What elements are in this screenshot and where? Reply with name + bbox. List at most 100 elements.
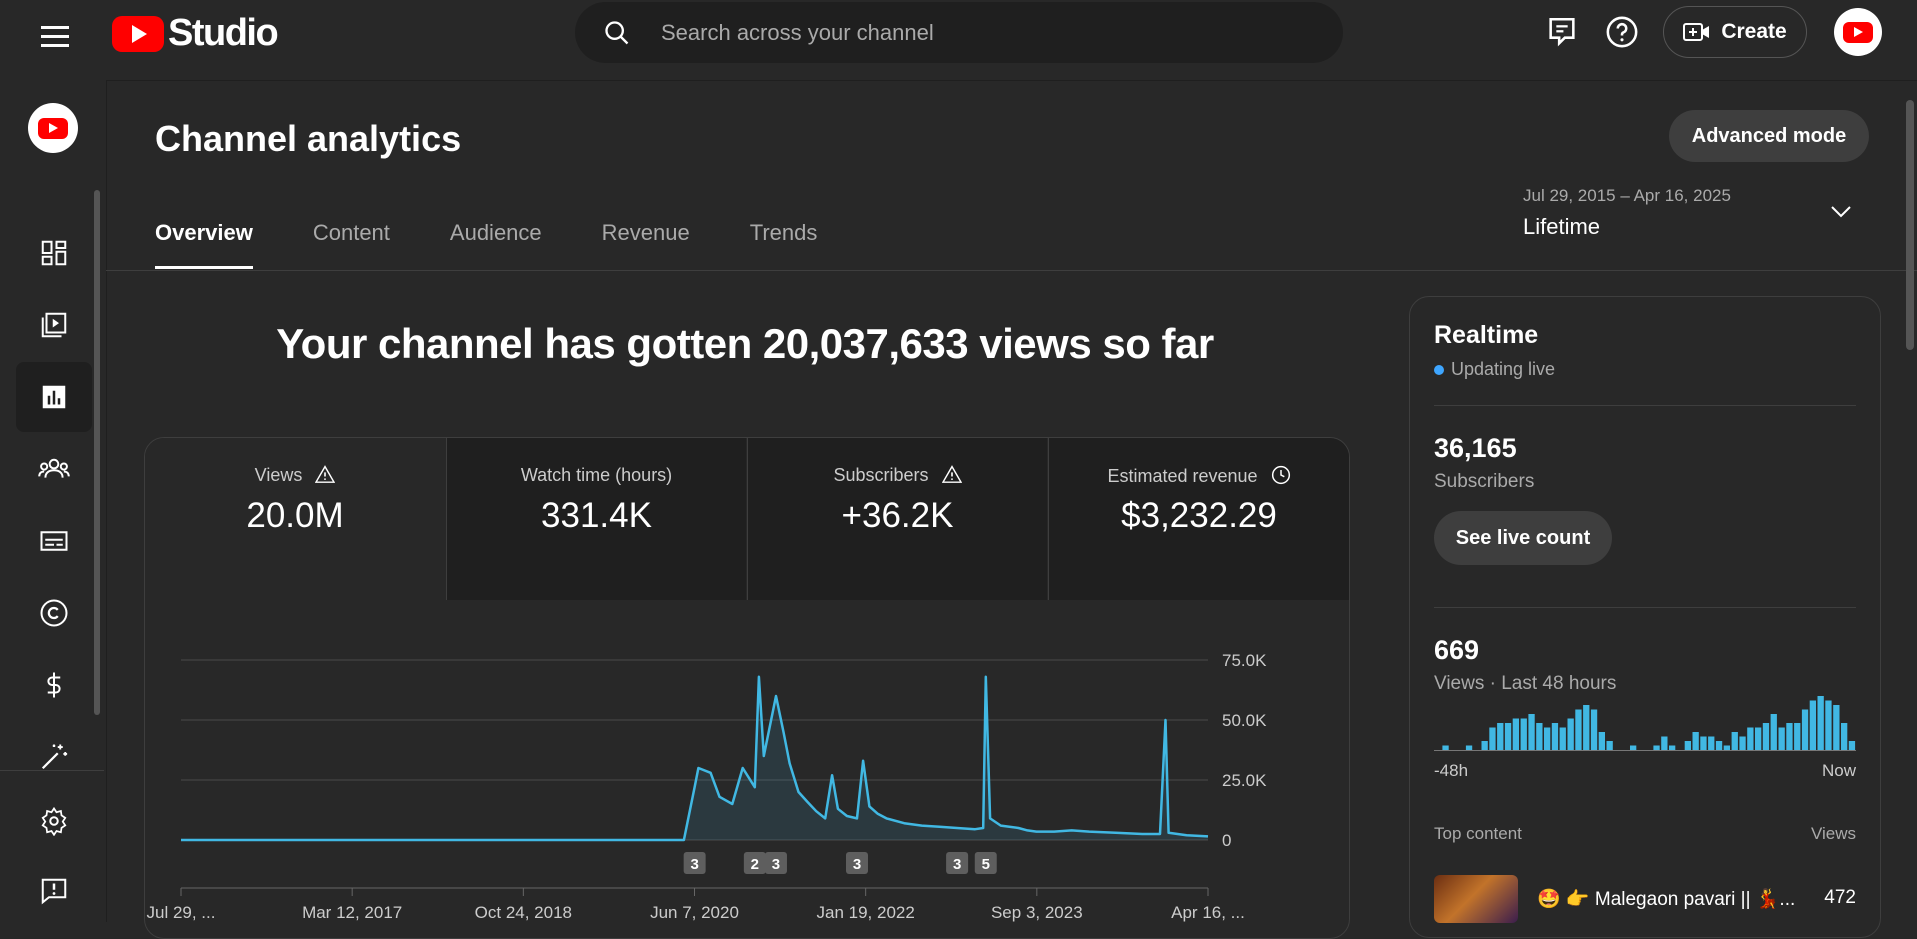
create-video-icon (1683, 21, 1711, 43)
series-area (181, 677, 1208, 840)
overview-chart-card: Views 20.0M Watch time (hours) 331.4K Su… (144, 437, 1350, 939)
channel-avatar[interactable] (28, 103, 78, 153)
studio-logo[interactable]: Studio (112, 12, 277, 55)
create-label: Create (1721, 20, 1786, 44)
sidebar-divider (0, 770, 104, 771)
sidebar-item-earn[interactable] (16, 650, 92, 720)
realtime-bar (1513, 719, 1519, 751)
realtime-bar (1708, 737, 1714, 751)
help-icon[interactable] (1605, 15, 1639, 49)
live-status-text: Updating live (1451, 359, 1555, 380)
realtime-bar (1489, 728, 1495, 751)
see-live-count-button[interactable]: See live count (1434, 511, 1612, 565)
sidebar-item-subtitles[interactable] (16, 506, 92, 576)
live-status: Updating live (1434, 359, 1555, 380)
metric-watch-time-label: Watch time (hours) (447, 465, 746, 486)
sidebar-scrollbar[interactable] (94, 190, 100, 715)
sidebar-item-feedback[interactable] (16, 856, 92, 926)
realtime-bar (1739, 737, 1745, 751)
realtime-bar (1583, 705, 1589, 750)
metric-subscribers-label: Subscribers (833, 465, 928, 485)
divider (1434, 405, 1856, 406)
x-tick-label: Mar 12, 2017 (302, 903, 402, 922)
views-chart[interactable]: 75.0K50.0K25.0K0323335Jul 29, ...Mar 12,… (145, 600, 1349, 938)
chevron-down-icon[interactable] (1830, 205, 1852, 219)
realtime-bar (1794, 723, 1800, 750)
annotation-count: 3 (953, 856, 961, 873)
realtime-bar (1653, 746, 1659, 751)
tab-content[interactable]: Content (313, 220, 390, 270)
annotation-count: 2 (751, 856, 759, 873)
search-icon[interactable] (603, 19, 631, 47)
realtime-bar (1755, 728, 1761, 751)
sidebar-item-analytics[interactable] (16, 362, 92, 432)
video-thumbnail[interactable] (1434, 875, 1518, 923)
sidebar-item-content[interactable] (16, 290, 92, 360)
create-button[interactable]: Create (1663, 6, 1807, 58)
realtime-bar (1786, 723, 1792, 750)
realtime-bar (1841, 723, 1847, 750)
advanced-mode-button[interactable]: Advanced mode (1669, 110, 1869, 162)
search-input[interactable] (659, 19, 1303, 47)
customization-icon (39, 742, 69, 772)
date-range-dates: Jul 29, 2015 – Apr 16, 2025 (1523, 186, 1731, 206)
warning-icon[interactable] (315, 465, 335, 483)
clock-icon[interactable] (1271, 465, 1291, 485)
top-bar: Studio Create (0, 0, 1917, 80)
feedback-icon[interactable] (1545, 15, 1579, 49)
sidebar-item-copyright[interactable] (16, 578, 92, 648)
realtime-bar (1825, 701, 1831, 751)
annotation-count: 3 (853, 856, 861, 873)
sidebar-item-community[interactable] (16, 434, 92, 504)
tab-audience[interactable]: Audience (450, 220, 542, 270)
dashboard-icon (39, 238, 69, 268)
tab-revenue[interactable]: Revenue (602, 220, 690, 270)
realtime-bar (1505, 723, 1511, 750)
x-tick-label: Oct 24, 2018 (475, 903, 572, 922)
realtime-bar (1661, 737, 1667, 751)
metric-revenue-label: Estimated revenue (1107, 466, 1257, 486)
top-content-row[interactable]: 🤩 👉 Malegaon pavari || 💃... 472 (1434, 875, 1856, 925)
menu-icon[interactable] (38, 20, 72, 54)
warning-icon[interactable] (942, 465, 962, 483)
annotation-count: 3 (690, 856, 698, 873)
metric-label: Views (145, 465, 445, 486)
account-avatar[interactable] (1834, 8, 1882, 56)
realtime-bar (1497, 723, 1503, 750)
y-tick-label: 50.0K (1222, 711, 1267, 730)
video-title[interactable]: 🤩 👉 Malegaon pavari || 💃... (1537, 887, 1797, 911)
realtime-bar (1442, 746, 1448, 751)
community-icon (38, 454, 70, 484)
annotation-count: 5 (982, 856, 990, 873)
metric-tab-subscribers[interactable]: Subscribers +36.2K (747, 438, 1047, 600)
realtime-axis-start: -48h (1434, 761, 1468, 781)
youtube-logo-icon (112, 16, 164, 52)
realtime-bar (1818, 696, 1824, 750)
realtime-bar (1560, 728, 1566, 751)
sidebar-item-settings[interactable] (16, 786, 92, 856)
sidebar-item-customization[interactable] (16, 722, 92, 792)
tab-trends[interactable]: Trends (750, 220, 818, 270)
metric-tab-revenue[interactable]: Estimated revenue $3,232.29 (1048, 438, 1349, 600)
content-icon (39, 310, 69, 340)
channel-logo-icon (1843, 22, 1873, 43)
realtime-bar (1591, 710, 1597, 751)
brand-name: Studio (168, 12, 277, 55)
metric-tab-watch-time[interactable]: Watch time (hours) 331.4K (446, 438, 746, 600)
date-range-picker[interactable]: Jul 29, 2015 – Apr 16, 2025 Lifetime (1523, 186, 1731, 240)
top-content-views-heading: Views (1811, 824, 1856, 844)
realtime-subscribers-value: 36,165 (1434, 433, 1517, 464)
realtime-bar (1607, 741, 1613, 750)
realtime-bar (1599, 732, 1605, 750)
tab-overview[interactable]: Overview (155, 220, 253, 270)
realtime-views-chart[interactable] (1434, 693, 1856, 751)
analytics-tabs: Overview Content Audience Revenue Trends (155, 220, 877, 270)
metric-tab-views[interactable]: Views 20.0M (145, 438, 445, 600)
realtime-bar (1833, 705, 1839, 750)
realtime-bar (1802, 710, 1808, 751)
sidebar-item-dashboard[interactable] (16, 218, 92, 288)
search-bar[interactable] (575, 2, 1343, 63)
realtime-bar (1771, 714, 1777, 750)
page-scrollbar[interactable] (1906, 100, 1914, 350)
y-tick-label: 75.0K (1222, 651, 1267, 670)
